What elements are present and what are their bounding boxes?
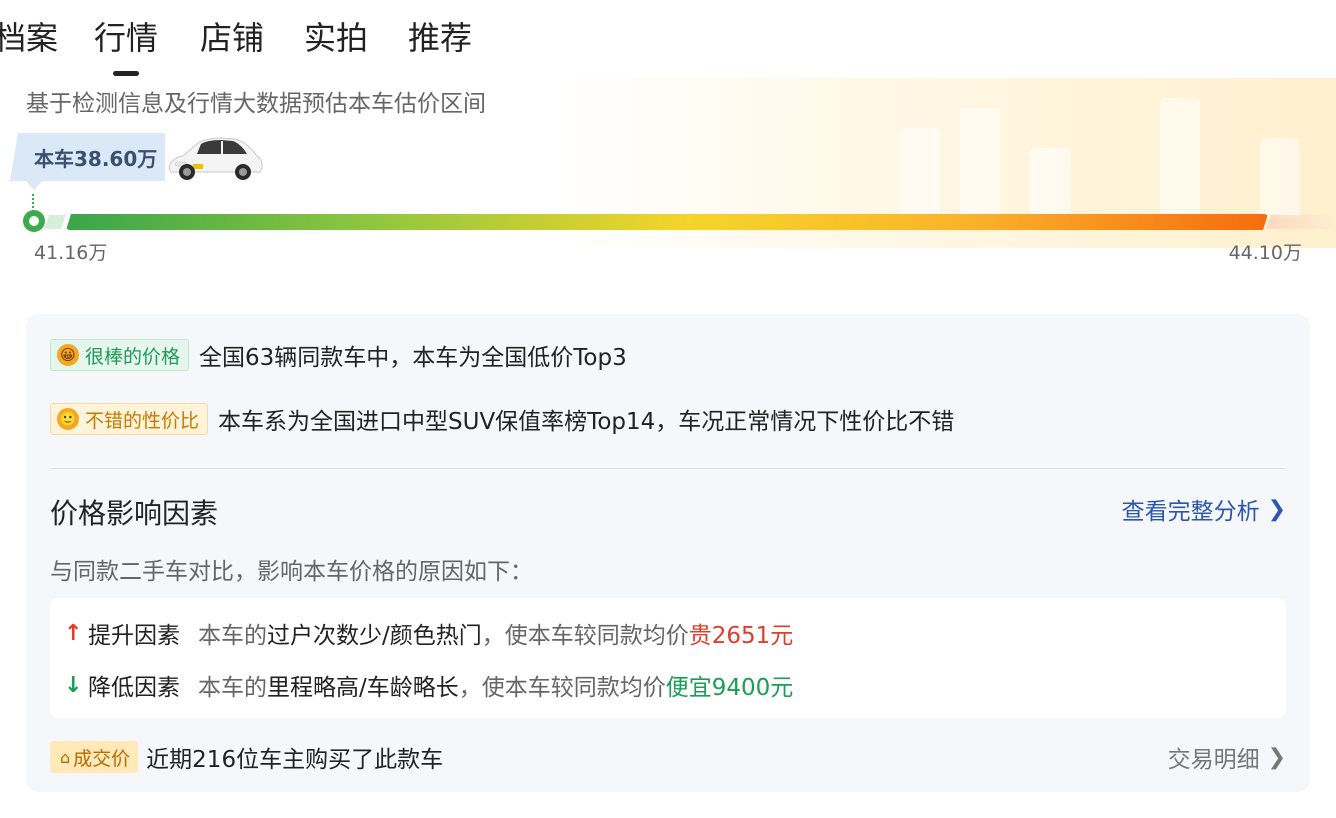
full-analysis-link[interactable]: 查看完整分析 ❯ [1122, 492, 1286, 526]
deal-detail-link[interactable]: 交易明细 ❯ [1168, 740, 1286, 774]
deal-badge: ⌂ 成交价 [50, 741, 139, 773]
factor-prefix: 本车的 [198, 675, 267, 701]
car-position-marker [23, 210, 45, 232]
factor-reason: 里程略高/车龄略长 [267, 675, 459, 701]
tab-recommend[interactable]: 推荐 [408, 16, 472, 60]
tab-dealer[interactable]: 店铺 [200, 16, 264, 60]
arrow-down-icon: ↓ [64, 672, 83, 698]
tag-pointer [26, 181, 42, 190]
deal-badge-label: 成交价 [73, 747, 131, 770]
range-bar-tail [1266, 215, 1336, 229]
badge-label: 不错的性价比 [85, 409, 200, 432]
range-high-label: 44.10万 [1228, 242, 1302, 264]
raise-factor-row: ↑ 提升因素 本车的 过户次数少/颜色热门 ，使本车较同款均价 贵2651元 [64, 616, 793, 650]
smile-emoji-icon: 🙂 [57, 408, 79, 430]
section-title: 价格影响因素 [50, 497, 219, 530]
arrow-up-icon: ↑ [64, 620, 83, 646]
factor-middle: ，使本车较同款均价 [481, 623, 689, 649]
tab-photos[interactable]: 实拍 [304, 16, 368, 60]
tab-bar: 档案 行情 店铺 实拍 推荐 [0, 0, 1336, 78]
factors-box: ↑ 提升因素 本车的 过户次数少/颜色热门 ，使本车较同款均价 贵2651元 ↓… [50, 598, 1286, 718]
lower-factor-row: ↓ 降低因素 本车的 里程略高/车龄略长 ，使本车较同款均价 便宜9400元 [64, 668, 793, 702]
tag-icon: ⌂ [60, 747, 71, 767]
highlight-value: 🙂 不错的性价比 本车系为全国进口中型SUV保值率榜Top14，车况正常情况下性… [50, 402, 954, 436]
chevron-right-icon: ❯ [1267, 496, 1286, 522]
deal-row: ⌂ 成交价 近期216位车主购买了此款车 [50, 740, 443, 774]
estimate-description: 基于检测信息及行情大数据预估本车估价区间 [26, 91, 486, 117]
factor-middle: ，使本车较同款均价 [458, 675, 666, 701]
full-analysis-label: 查看完整分析 [1121, 499, 1260, 525]
factors-subtitle: 与同款二手车对比，影响本车价格的原因如下： [50, 559, 533, 585]
good-value-badge: 🙂 不错的性价比 [50, 403, 209, 435]
car-price: 本车38.60万 [34, 146, 158, 171]
factor-reason: 过户次数少/颜色热门 [267, 623, 482, 649]
lower-amount: 便宜9400元 [665, 675, 794, 701]
car-price-tag: 本车38.60万 [10, 133, 166, 181]
raise-amount: 贵2651元 [688, 623, 794, 649]
tab-archive[interactable]: 档案 [0, 16, 58, 60]
great-price-badge: 😀 很棒的价格 [50, 339, 190, 371]
car-image [168, 137, 263, 180]
deal-detail-label: 交易明细 [1167, 747, 1260, 773]
raise-factor-label: 提升因素 [88, 623, 180, 649]
highlight-price: 😀 很棒的价格 全国63辆同款车中，本车为全国低价Top3 [50, 338, 627, 372]
tab-market[interactable]: 行情 [94, 16, 158, 60]
chevron-right-icon: ❯ [1267, 744, 1286, 770]
price-range-bar [66, 214, 1268, 230]
badge-label: 很棒的价格 [85, 345, 181, 368]
analysis-card: 😀 很棒的价格 全国63辆同款车中，本车为全国低价Top3 🙂 不错的性价比 本… [26, 314, 1310, 792]
highlight-text: 全国63辆同款车中，本车为全国低价Top3 [199, 345, 627, 371]
highlight-text: 本车系为全国进口中型SUV保值率榜Top14，车况正常情况下性价比不错 [218, 409, 955, 435]
divider [50, 468, 1286, 469]
deal-text: 近期216位车主购买了此款车 [146, 747, 444, 773]
grin-emoji-icon: 😀 [57, 344, 79, 366]
price-estimate: 基于检测信息及行情大数据预估本车估价区间 本车38.60万 41.16万 44.… [0, 78, 1336, 288]
factor-prefix: 本车的 [198, 623, 267, 649]
lower-factor-label: 降低因素 [88, 675, 180, 701]
range-low-label: 41.16万 [34, 242, 108, 264]
range-bar-lead [44, 215, 66, 229]
